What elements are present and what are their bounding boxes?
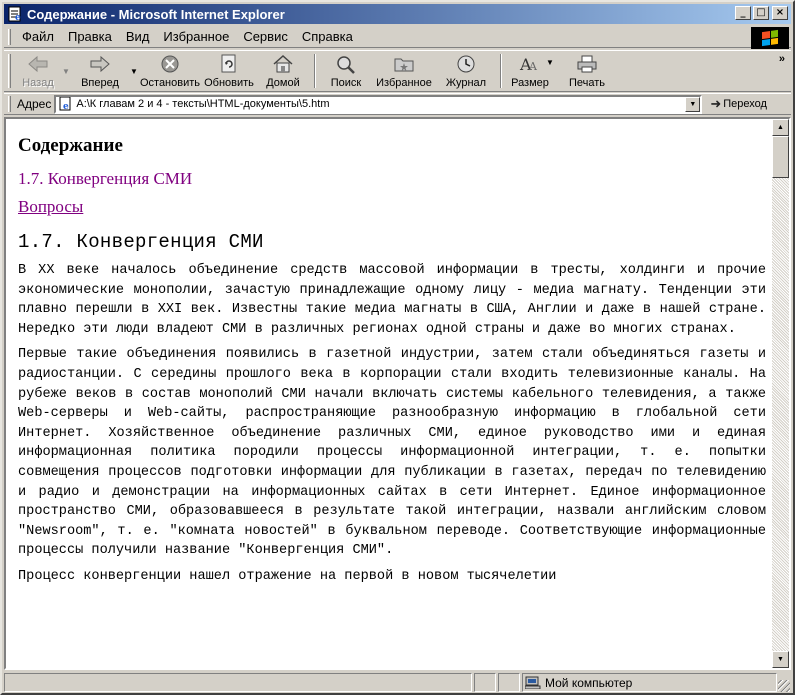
font-size-dropdown[interactable]: ▼ [545,51,555,73]
window-title: Содержание - Microsoft Internet Explorer [27,6,285,22]
svg-text:e: e [15,13,21,22]
scroll-thumb[interactable] [772,136,789,178]
menu-bar: Файл Правка Вид Избранное Сервис Справка [4,26,791,49]
font-size-label: Размер [511,77,549,89]
font-size-icon: AA [519,55,538,74]
address-dropdown-button[interactable]: ▼ [685,96,701,112]
security-zone: Мой компьютер [522,673,777,692]
section-title: 1.7. Конвергенция СМИ [18,231,264,253]
svg-text:e: e [63,102,69,111]
forward-label: Вперед [81,77,119,89]
svg-text:A: A [528,60,538,73]
search-button[interactable]: Поиск [321,51,371,91]
my-computer-icon [525,676,541,689]
page-heading: Содержание [18,135,123,156]
stop-button[interactable]: Остановить [139,51,201,91]
go-arrow-icon: ➜ [710,96,722,111]
standard-toolbar: Назад ▼ Вперед ▼ Остановить Обновить Дом… [4,50,791,92]
toolbar-separator [314,54,316,88]
refresh-icon [221,54,236,73]
home-icon [273,54,293,73]
menu-tools[interactable]: Сервис [236,29,295,44]
windows-logo [751,27,789,49]
ie-document-icon: e [8,6,21,22]
page-icon: e [59,97,71,111]
back-label: Назад [22,77,54,89]
back-arrow-icon [28,55,48,73]
refresh-button[interactable]: Обновить [201,51,257,91]
forward-button[interactable]: Вперед [71,51,129,91]
menu-favorites[interactable]: Избранное [156,29,236,44]
forward-dropdown[interactable]: ▼ [129,51,139,91]
scroll-down-button[interactable]: ▼ [772,651,789,668]
toolbar-grip[interactable] [8,54,11,88]
favorites-folder-icon [394,58,414,72]
status-text [4,673,472,692]
printer-icon [577,55,597,73]
section-link[interactable]: 1.7. Конвергенция СМИ [18,169,760,189]
resize-grip[interactable] [778,680,790,692]
minimize-button[interactable]: _ [735,6,751,20]
stop-icon [161,55,179,73]
menu-edit[interactable]: Правка [61,29,119,44]
paragraph: Процесс конвергенции нашел отражение на … [18,568,557,584]
status-pane-progress [474,673,496,692]
questions-link[interactable]: Вопросы [18,197,760,217]
go-button[interactable]: ➜ Переход [710,96,767,112]
browser-window: e Содержание - Microsoft Internet Explor… [0,0,795,695]
paragraph: В XX веке началось объединение средств м… [18,263,766,337]
back-button[interactable]: Назад [15,51,61,91]
scroll-up-button[interactable]: ▲ [772,119,789,136]
address-label: Адрес [17,97,52,111]
back-dropdown[interactable]: ▼ [61,51,71,91]
menu-file[interactable]: Файл [15,29,61,44]
history-label: Журнал [445,77,487,89]
menu-grip[interactable] [8,28,11,45]
close-button[interactable]: × [772,6,788,20]
menu-view[interactable]: Вид [119,29,157,44]
home-label: Домой [266,77,300,89]
toolbar-separator [500,54,502,88]
window-controls: _ □ × [733,6,788,20]
history-clock-icon [457,55,475,73]
stop-label: Остановить [139,77,201,89]
menu-help[interactable]: Справка [295,29,360,44]
status-pane-secure [498,673,520,692]
maximize-button[interactable]: □ [753,6,769,20]
content-frame: Содержание 1.7. Конвергенция СМИ Вопросы… [4,117,791,670]
toolbar-chevron[interactable]: » [779,53,785,65]
print-button[interactable]: Печать [561,51,613,91]
title-bar[interactable]: e Содержание - Microsoft Internet Explor… [4,4,791,24]
forward-arrow-icon [90,55,110,73]
favorites-label: Избранное [376,77,432,89]
paragraph: Первые такие объединения появились в газ… [18,347,766,559]
status-bar: Мой компьютер [4,672,791,693]
favorites-button[interactable]: Избранное [371,51,437,91]
page-content: Содержание 1.7. Конвергенция СМИ Вопросы… [6,119,772,668]
address-bar: Адрес e A:\К главам 2 и 4 - тексты\HTML-… [4,93,791,115]
address-input[interactable]: e A:\К главам 2 и 4 - тексты\HTML-докуме… [54,94,703,114]
vertical-scrollbar[interactable]: ▲ ▼ [772,119,789,668]
refresh-label: Обновить [204,77,254,89]
address-value: A:\К главам 2 и 4 - тексты\HTML-документ… [76,98,330,110]
address-grip[interactable] [8,96,11,112]
print-label: Печать [568,77,606,89]
security-zone-label: Мой компьютер [545,675,633,690]
windows-flag-icon [762,29,778,47]
history-button[interactable]: Журнал [437,51,495,91]
go-label: Переход [723,98,767,110]
search-globe-icon [337,56,355,74]
home-button[interactable]: Домой [257,51,309,91]
search-label: Поиск [330,77,362,89]
